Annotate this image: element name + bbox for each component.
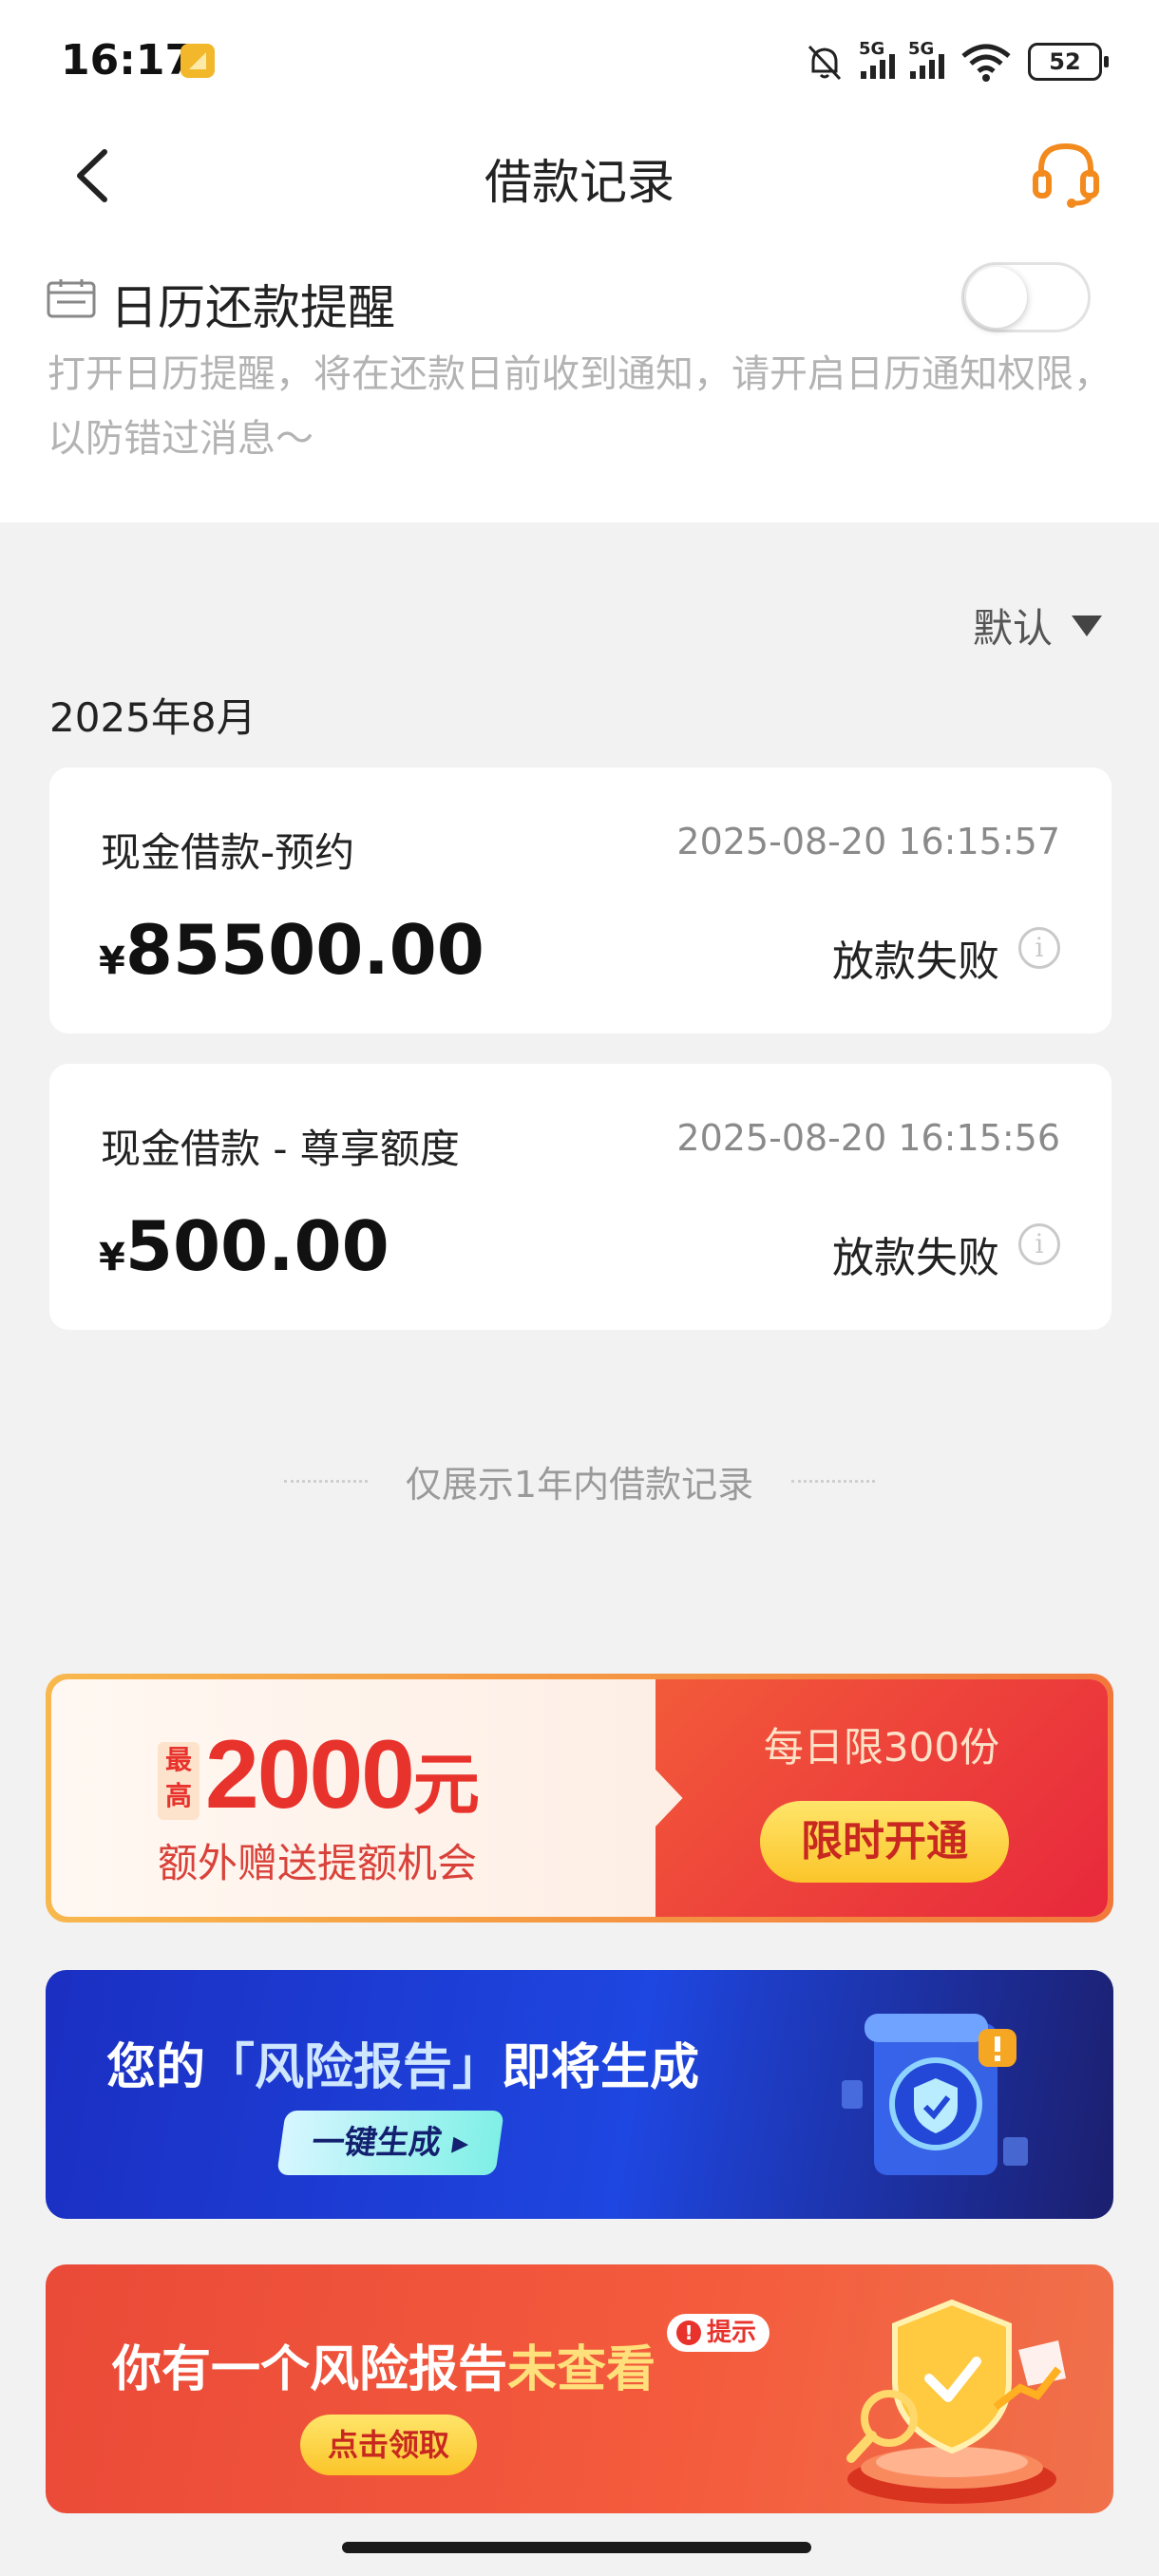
signal-icon: 5G — [908, 39, 944, 79]
sort-label: 默认 — [972, 605, 1053, 652]
loan-amount: ¥85500.00 — [99, 910, 484, 990]
loan-status: 放款失败 — [832, 938, 999, 986]
amount-value: 500.00 — [124, 1206, 390, 1286]
status-time: 16:17 — [61, 36, 195, 85]
notification-app-icon — [180, 44, 215, 78]
divider — [791, 1480, 876, 1483]
boost-subtitle: 额外赠送提额机会 — [158, 1840, 478, 1886]
unviewed-report-title: 你有一个风险报告未查看 — [112, 2341, 656, 2398]
battery-icon: 52 — [1028, 43, 1109, 81]
calendar-reminder-section: 日历还款提醒 打开日历提醒，将在还款日前收到通知，请开启日历通知权限，以防错过消… — [0, 237, 1159, 522]
month-header: 2025年8月 — [49, 694, 256, 741]
tip-badge: ! 提示 — [667, 2314, 770, 2352]
loan-status: 放款失败 — [832, 1234, 999, 1282]
wifi-icon — [961, 44, 1011, 82]
reminder-description: 打开日历提醒，将在还款日前收到通知，请开启日历通知权限，以防错过消息～ — [48, 352, 1112, 461]
risk-report-title: 您的「风险报告」即将生成 — [106, 2039, 700, 2096]
currency-symbol: ¥ — [99, 1236, 125, 1279]
nav-bar: 借款记录 — [0, 123, 1159, 237]
max-tag: 最高 — [158, 1742, 200, 1820]
boost-amount: 2000元 — [205, 1720, 480, 1828]
reminder-toggle[interactable] — [961, 262, 1091, 332]
page-title: 借款记录 — [484, 155, 674, 210]
loan-amount: ¥500.00 — [99, 1206, 390, 1286]
loan-time: 2025-08-20 16:15:56 — [676, 1117, 1060, 1159]
info-icon[interactable]: i — [1018, 1223, 1060, 1265]
note-text: 仅展示1年内借款记录 — [405, 1464, 754, 1506]
mute-bell-icon — [808, 45, 842, 81]
history-limit-note: 仅展示1年内借款记录 — [0, 1455, 1159, 1507]
claim-button[interactable]: 点击领取 — [300, 2415, 477, 2475]
signal-icon: 5G — [859, 39, 895, 79]
divider — [283, 1480, 368, 1483]
report-shield-illustration-icon — [842, 2014, 1028, 2175]
loan-record-card[interactable]: 现金借款 - 尊享额度 2025-08-20 16:15:56 ¥500.00 … — [49, 1064, 1112, 1330]
loan-name: 现金借款-预约 — [101, 829, 355, 876]
toggle-knob — [966, 267, 1027, 328]
sort-dropdown[interactable]: 默认 — [973, 597, 1102, 654]
generate-report-button[interactable]: 一键生成 ▸ — [276, 2111, 504, 2175]
caret-down-icon — [1072, 615, 1102, 636]
loan-record-card[interactable]: 现金借款-预约 2025-08-20 16:15:57 ¥85500.00 放款… — [49, 767, 1112, 1033]
exclamation-icon: ! — [676, 2320, 701, 2345]
gold-shield-illustration-icon — [846, 2299, 1066, 2504]
info-icon[interactable]: i — [1018, 927, 1060, 969]
calendar-icon — [47, 279, 96, 318]
currency-symbol: ¥ — [99, 939, 125, 983]
banner-body: 最高 2000元 额外赠送提额机会 每日限300份 限时开通 — [51, 1679, 1108, 1917]
daily-limit-text: 每日限300份 — [763, 1724, 1000, 1771]
credit-boost-banner[interactable]: 最高 2000元 额外赠送提额机会 每日限300份 限时开通 — [46, 1674, 1113, 1923]
unviewed-report-banner[interactable]: 你有一个风险报告未查看 ! 提示 点击领取 — [46, 2264, 1113, 2513]
status-icons: 5G 5G 52 — [804, 38, 1109, 85]
customer-service-headset-icon[interactable] — [1028, 135, 1104, 211]
home-indicator[interactable] — [342, 2542, 811, 2553]
status-bar: 16:17 5G 5G 52 — [0, 0, 1159, 123]
reminder-title: 日历还款提醒 — [110, 280, 395, 335]
amount-value: 85500.00 — [124, 910, 484, 990]
risk-report-banner[interactable]: 您的「风险报告」即将生成 一键生成 ▸ — [46, 1970, 1113, 2219]
loan-time: 2025-08-20 16:15:57 — [676, 821, 1060, 862]
loan-name: 现金借款 - 尊享额度 — [101, 1126, 460, 1172]
activate-button[interactable]: 限时开通 — [760, 1801, 1009, 1883]
